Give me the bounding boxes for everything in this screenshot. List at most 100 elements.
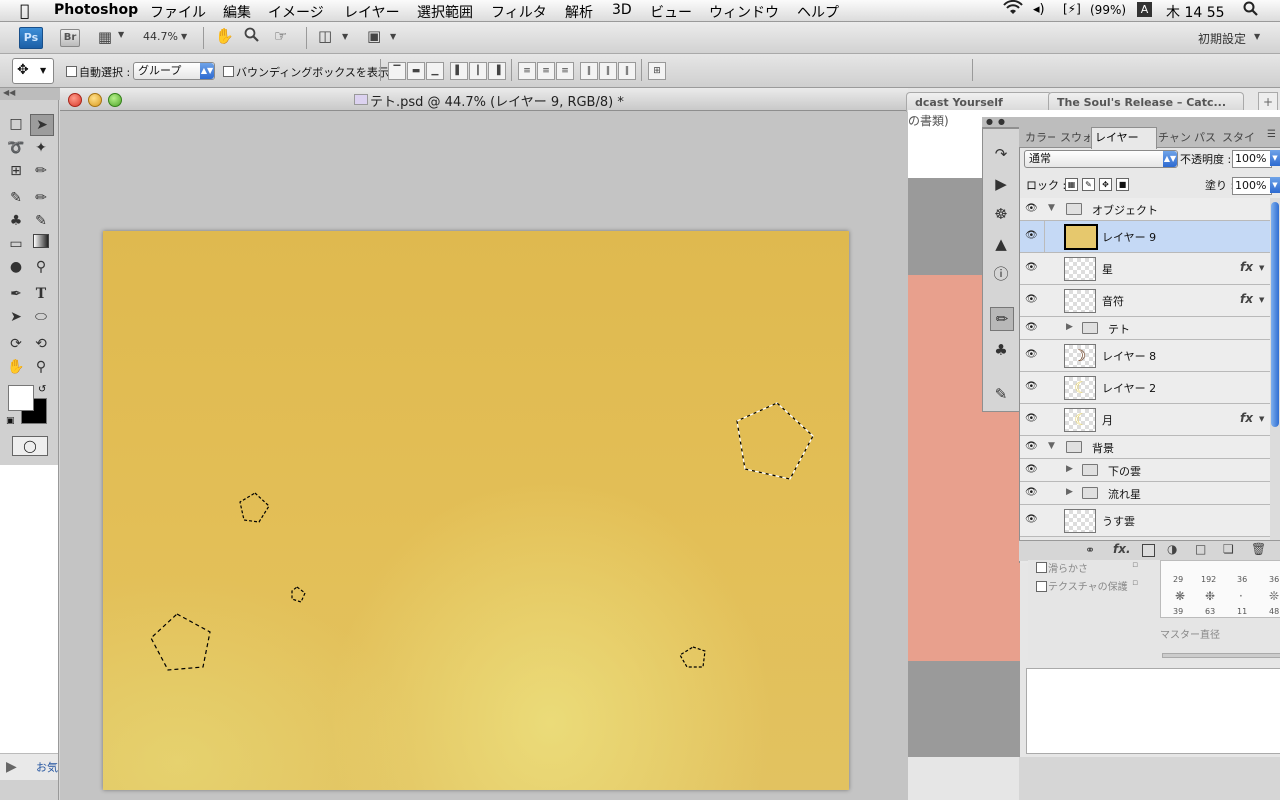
view-extras-icon[interactable]: ▦ [94, 28, 116, 46]
layer-row[interactable]: 👁 音符 fx ▼ [1020, 285, 1270, 317]
distribute-left-icon[interactable]: ‖ [580, 62, 598, 80]
zoom-tool-icon[interactable] [244, 26, 260, 48]
visibility-eye-icon[interactable]: 👁 [1025, 464, 1038, 475]
opacity-input[interactable]: 100% [1232, 150, 1272, 168]
tool-presets-panel-icon[interactable]: ✎ [990, 383, 1012, 405]
expand-triangle-icon[interactable]: ▼ [1048, 441, 1055, 451]
tab-layers[interactable]: レイヤー [1095, 129, 1153, 145]
chevron-down-icon[interactable]: ▼ [342, 32, 348, 41]
new-layer-icon[interactable]: ❏ [1223, 542, 1234, 556]
hand-tool-icon[interactable]: ✋ [5, 357, 27, 377]
3d-rotate-tool-icon[interactable]: ⟳ [5, 334, 27, 354]
expand-effects-icon[interactable]: ▼ [1259, 264, 1264, 272]
browser-link-fragment[interactable]: お気 [36, 759, 58, 775]
shape-tool-icon[interactable]: ⬭ [30, 307, 52, 327]
rotate-view-icon[interactable]: ☞ [274, 27, 287, 45]
document-proxy-icon[interactable] [354, 94, 368, 105]
layer-row[interactable]: 👁 ☾ レイヤー 2 [1020, 372, 1270, 404]
align-right-icon[interactable]: ▐ [488, 62, 506, 80]
lock-position-icon[interactable]: ✥ [1099, 178, 1112, 191]
clone-stamp-tool-icon[interactable]: ♣ [5, 211, 27, 231]
menu-select[interactable]: 選択範囲 [417, 2, 473, 22]
apple-icon[interactable]:  [20, 1, 30, 20]
canvas[interactable] [103, 231, 849, 790]
delete-layer-icon[interactable]: 🗑 [1251, 542, 1266, 556]
visibility-eye-icon[interactable]: 👁 [1025, 413, 1038, 424]
layer-group-row[interactable]: 👁 ▼ 背景 [1020, 436, 1270, 459]
minimize-window-icon[interactable] [88, 93, 102, 107]
workspace-dropdown-icon[interactable]: ▼ [1254, 32, 1260, 41]
layer-group-row[interactable]: 👁 ▶ テト [1020, 317, 1270, 340]
align-top-icon[interactable]: ▔ [388, 62, 406, 80]
gradient-tool-icon[interactable] [30, 234, 52, 254]
zoom-tool-icon[interactable]: ⚲ [30, 357, 52, 377]
workspace-switcher[interactable]: 初期設定 [1198, 30, 1246, 47]
eyedropper-tool-icon[interactable]: ✏ [30, 161, 52, 181]
tab-paths[interactable]: パス [1194, 129, 1218, 145]
zoom-level[interactable]: 44.7% [143, 30, 178, 43]
wifi-icon[interactable] [1003, 0, 1023, 20]
expand-triangle-icon[interactable]: ▶ [1066, 487, 1073, 497]
close-window-icon[interactable] [68, 93, 82, 107]
menu-layer[interactable]: レイヤー [344, 2, 400, 22]
expand-triangle-icon[interactable]: ▶ [1066, 322, 1073, 332]
pen-tool-icon[interactable]: ✒ [5, 284, 27, 304]
menu-3d[interactable]: 3D [612, 2, 632, 18]
blur-tool-icon[interactable]: ● [5, 257, 27, 277]
lock-transparency-icon[interactable]: ▦ [1065, 178, 1078, 191]
eraser-tool-icon[interactable]: ▭ [5, 234, 27, 254]
tab-color[interactable]: カラー [1025, 129, 1055, 145]
distribute-vcenter-icon[interactable]: ≡ [537, 62, 555, 80]
visibility-eye-icon[interactable]: 👁 [1025, 441, 1038, 452]
layers-scrollbar[interactable] [1270, 198, 1280, 543]
auto-align-layers-icon[interactable]: ⊞ [648, 62, 666, 80]
swap-colors-icon[interactable]: ↺ [38, 384, 46, 395]
input-method-icon[interactable]: A [1137, 2, 1152, 17]
history-panel-icon[interactable]: ↷ [990, 143, 1012, 165]
zoom-dropdown-icon[interactable]: ▼ [181, 32, 187, 41]
layer-group-row[interactable]: 👁 ▶ 下の雲 [1020, 459, 1270, 482]
foreground-color-swatch[interactable] [8, 385, 34, 411]
smoothing-checkbox[interactable] [1036, 562, 1047, 573]
visibility-eye-icon[interactable]: 👁 [1025, 230, 1038, 241]
brush-presets-grid[interactable]: 29 192 36 36 ❋ ❉ · ❊ 39 63 11 48 [1160, 560, 1280, 618]
brushes-panel-icon[interactable]: ✏ [990, 307, 1014, 331]
layer-group-row[interactable]: 👁 ▶ 流れ星 [1020, 482, 1270, 505]
healing-brush-tool-icon[interactable]: ✎ [5, 188, 27, 208]
info-panel-icon[interactable]: ⓘ [990, 263, 1012, 285]
chevron-down-icon[interactable]: ▼ [118, 30, 124, 39]
auto-select-checkbox[interactable] [66, 66, 77, 77]
menu-filter[interactable]: フィルタ [491, 2, 547, 22]
panel-menu-icon[interactable]: ☰ [1267, 129, 1276, 140]
app-menu[interactable]: Photoshop [54, 2, 138, 18]
chevron-down-icon[interactable]: ▼ [390, 32, 396, 41]
show-bounding-box-checkbox[interactable] [223, 66, 234, 77]
distribute-right-icon[interactable]: ‖ [618, 62, 636, 80]
clone-source-panel-icon[interactable]: ♣ [990, 339, 1012, 361]
move-tool-icon[interactable]: ➤ [30, 114, 54, 136]
battery-icon[interactable]: [⚡] [1063, 2, 1081, 16]
type-tool-icon[interactable]: T [30, 284, 52, 304]
visibility-eye-icon[interactable]: 👁 [1025, 381, 1038, 392]
texture-protect-checkbox[interactable] [1036, 581, 1047, 592]
tool-preset-picker[interactable]: ✥ ▼ [12, 58, 54, 84]
navigator-panel-icon[interactable]: ☸ [990, 203, 1012, 225]
visibility-eye-icon[interactable]: 👁 [1025, 349, 1038, 360]
blend-mode-dropdown[interactable]: 通常 ▲▼ [1024, 150, 1178, 168]
browser-tab[interactable]: The Soul's Release – Catc... [1048, 92, 1244, 112]
lock-pixels-icon[interactable]: ✎ [1082, 178, 1095, 191]
align-vcenter-icon[interactable]: ▬ [407, 62, 425, 80]
bridge-button[interactable]: Br [60, 29, 80, 47]
path-selection-tool-icon[interactable]: ➤ [5, 307, 27, 327]
layer-row[interactable]: 👁 ☽ レイヤー 8 [1020, 340, 1270, 372]
visibility-eye-icon[interactable]: 👁 [1025, 514, 1038, 525]
arrange-documents-icon[interactable]: ◫ [318, 27, 332, 45]
fill-slider-icon[interactable]: ▼ [1270, 177, 1280, 193]
align-left-icon[interactable]: ▌ [450, 62, 468, 80]
layer-row[interactable]: 👁 星 fx ▼ [1020, 253, 1270, 285]
expand-triangle-icon[interactable]: ▼ [1048, 203, 1055, 213]
history-brush-tool-icon[interactable]: ✎ [30, 211, 52, 231]
visibility-eye-icon[interactable]: 👁 [1025, 487, 1038, 498]
layer-effects-icon[interactable]: fx [1240, 260, 1253, 274]
brush-tool-icon[interactable]: ✏ [30, 188, 52, 208]
